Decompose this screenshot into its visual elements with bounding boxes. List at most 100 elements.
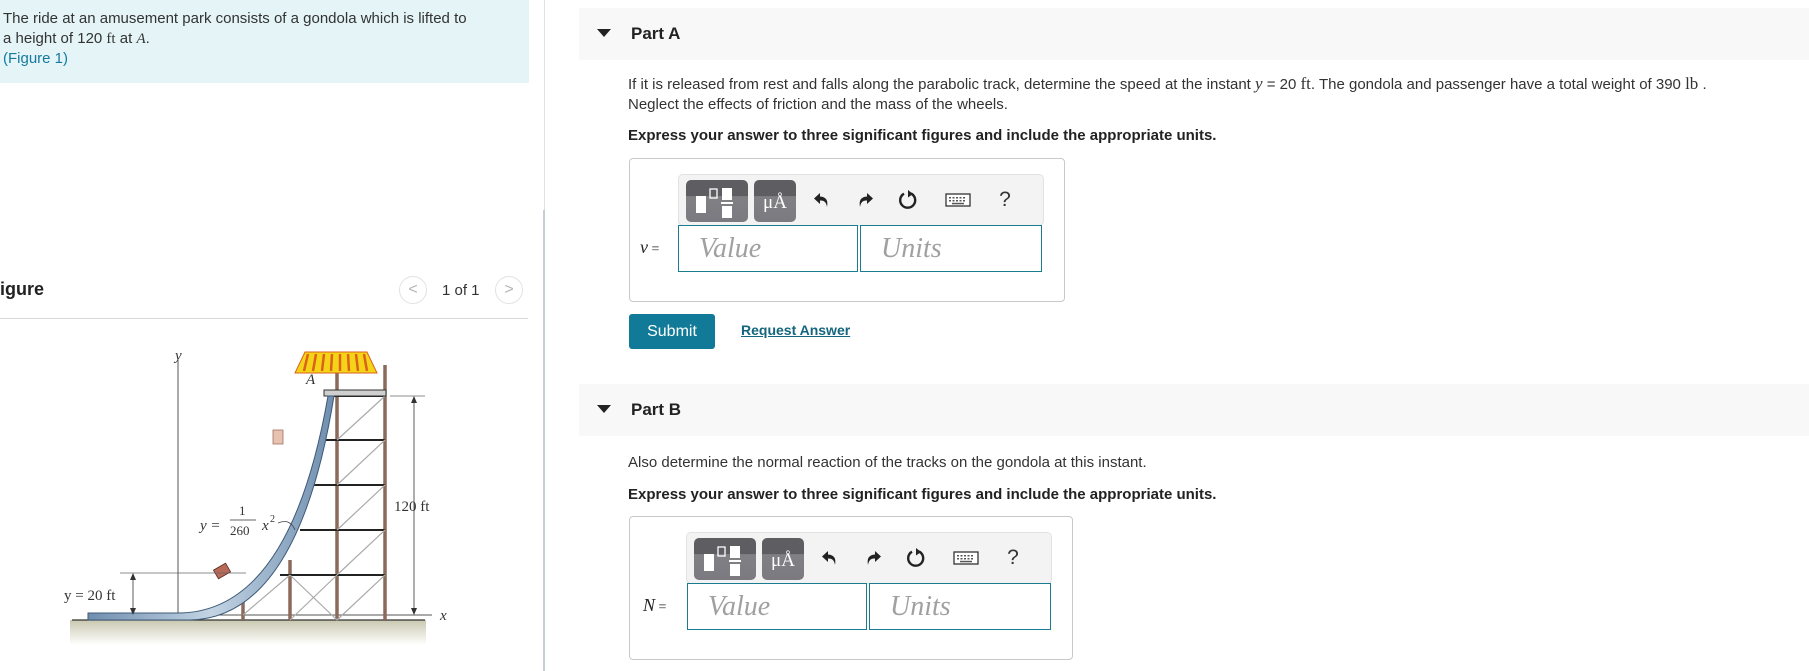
unit-ft: ft <box>1300 74 1311 93</box>
units-button[interactable]: μÅ <box>754 180 796 222</box>
part-b-units-input[interactable] <box>869 583 1051 630</box>
part-a-value-input[interactable] <box>678 225 858 272</box>
question-text: = 20 <box>1262 76 1301 93</box>
point-a-label: A <box>305 372 316 388</box>
equation-lhs: y = <box>198 518 221 534</box>
intro-text: at <box>115 30 137 47</box>
help-button[interactable]: ? <box>998 543 1028 573</box>
panel-resize-handle[interactable] <box>543 210 545 671</box>
equation-exp: 2 <box>270 514 275 525</box>
y-axis-label: y <box>173 348 182 364</box>
reset-button[interactable] <box>901 543 931 573</box>
problem-statement: The ride at an amusement park consists o… <box>0 0 529 83</box>
figure-counter: 1 of 1 <box>442 282 480 299</box>
platform <box>323 389 387 397</box>
part-a-header[interactable]: Part A <box>579 8 1809 60</box>
question-text: . The gondola and passenger have a total… <box>1310 76 1686 93</box>
gondola <box>212 562 232 580</box>
ground <box>70 620 426 645</box>
gondola-top <box>272 429 284 445</box>
point-a: A <box>136 31 146 47</box>
figure-diagram: y x A 120 ft y = 20 ft y = 1 260 x 2 <box>64 348 447 645</box>
part-a-units-input[interactable] <box>860 225 1042 272</box>
intro-text: a height of 120 <box>3 30 107 47</box>
part-b-toolbar: μÅ ? <box>686 532 1052 584</box>
intro-line-1: The ride at an amusement park consists o… <box>3 10 467 27</box>
height-arrow-bot <box>411 608 417 615</box>
equation-denominator: 260 <box>230 523 250 538</box>
redo-button[interactable] <box>850 185 880 215</box>
help-button[interactable]: ? <box>990 185 1020 215</box>
part-b-instruction: Express your answer to three significant… <box>628 486 1217 503</box>
tower-crossbars <box>280 395 385 576</box>
part-a-instruction: Express your answer to three significant… <box>628 127 1217 144</box>
redo-button[interactable] <box>858 543 888 573</box>
keyboard-button[interactable] <box>951 543 981 573</box>
units-button[interactable]: μÅ <box>762 538 804 580</box>
keyboard-icon <box>945 193 971 207</box>
part-a-title: Part A <box>631 24 681 43</box>
undo-icon <box>822 551 836 565</box>
part-b-value-input[interactable] <box>687 583 867 630</box>
variable-v: v <box>640 237 648 257</box>
part-a-toolbar: μÅ ? <box>678 174 1044 226</box>
part-b-question: Also determine the normal reaction of th… <box>628 454 1147 471</box>
templates-button[interactable] <box>694 538 756 580</box>
part-a-answer-box: μÅ ? v = <box>629 158 1065 302</box>
height-arrow-top <box>411 396 417 403</box>
help-icon: ? <box>1007 546 1019 569</box>
previous-figure-button[interactable]: < <box>399 276 427 304</box>
height-label: 120 ft <box>394 499 430 515</box>
parabolic-track <box>87 395 335 621</box>
equation-var: x <box>261 518 269 534</box>
collapse-triangle-icon[interactable] <box>597 405 611 413</box>
unit-ft: ft <box>106 31 116 47</box>
part-b-header[interactable]: Part B <box>579 384 1809 436</box>
keyboard-icon <box>953 551 979 565</box>
units-icon: μÅ <box>771 550 795 571</box>
undo-button[interactable] <box>815 543 845 573</box>
intro-line-2: a height of 120 ft at A. <box>3 29 529 49</box>
paren: ) <box>63 50 69 67</box>
equation-numerator: 1 <box>239 503 246 518</box>
part-b-title: Part B <box>631 400 682 419</box>
request-answer-link[interactable]: Request Answer <box>741 322 850 338</box>
figure-title: igure <box>0 279 45 299</box>
panel-divider <box>544 0 545 210</box>
reset-icon <box>899 190 917 209</box>
submit-button[interactable]: Submit <box>629 314 715 349</box>
undo-button[interactable] <box>807 185 837 215</box>
chevron-left-icon: < <box>408 281 418 298</box>
unit-lb: lb <box>1685 74 1699 93</box>
reset-button[interactable] <box>893 185 923 215</box>
figure-header: igure < 1 of 1 > <box>0 276 528 319</box>
part-a-question-line-1: If it is released from rest and falls al… <box>628 73 1707 95</box>
templates-icon <box>704 546 741 576</box>
problem-panel: The ride at an amusement park consists o… <box>0 0 544 671</box>
redo-icon <box>859 193 873 207</box>
part-b-answer-box: μÅ ? N = <box>629 516 1073 660</box>
keyboard-button[interactable] <box>943 185 973 215</box>
figure-link[interactable]: Figure 1 <box>8 50 63 67</box>
collapse-triangle-icon[interactable] <box>597 29 611 37</box>
question-text: If it is released from rest and falls al… <box>628 76 1256 93</box>
y20-label: y = 20 ft <box>64 588 116 604</box>
part-a-question-line-2: Neglect the effects of friction and the … <box>628 96 1008 113</box>
units-icon: μÅ <box>763 192 787 213</box>
chevron-right-icon: > <box>504 281 514 298</box>
part-b-variable-label: N = <box>643 595 666 616</box>
tower-braces <box>242 395 386 621</box>
equals-sign: = <box>648 242 660 257</box>
var-y: y <box>1255 74 1263 93</box>
reset-icon <box>907 548 925 567</box>
figure-link-line: (Figure 1) <box>3 49 529 69</box>
x-axis-label: x <box>439 608 447 624</box>
next-figure-button[interactable]: > <box>495 276 523 304</box>
y20-arrow-top <box>130 573 136 580</box>
question-text: . <box>1698 76 1707 93</box>
templates-button[interactable] <box>686 180 748 222</box>
variable-n: N <box>643 595 656 615</box>
redo-icon <box>867 551 881 565</box>
templates-icon <box>696 188 733 218</box>
part-a-variable-label: v = <box>640 237 659 258</box>
